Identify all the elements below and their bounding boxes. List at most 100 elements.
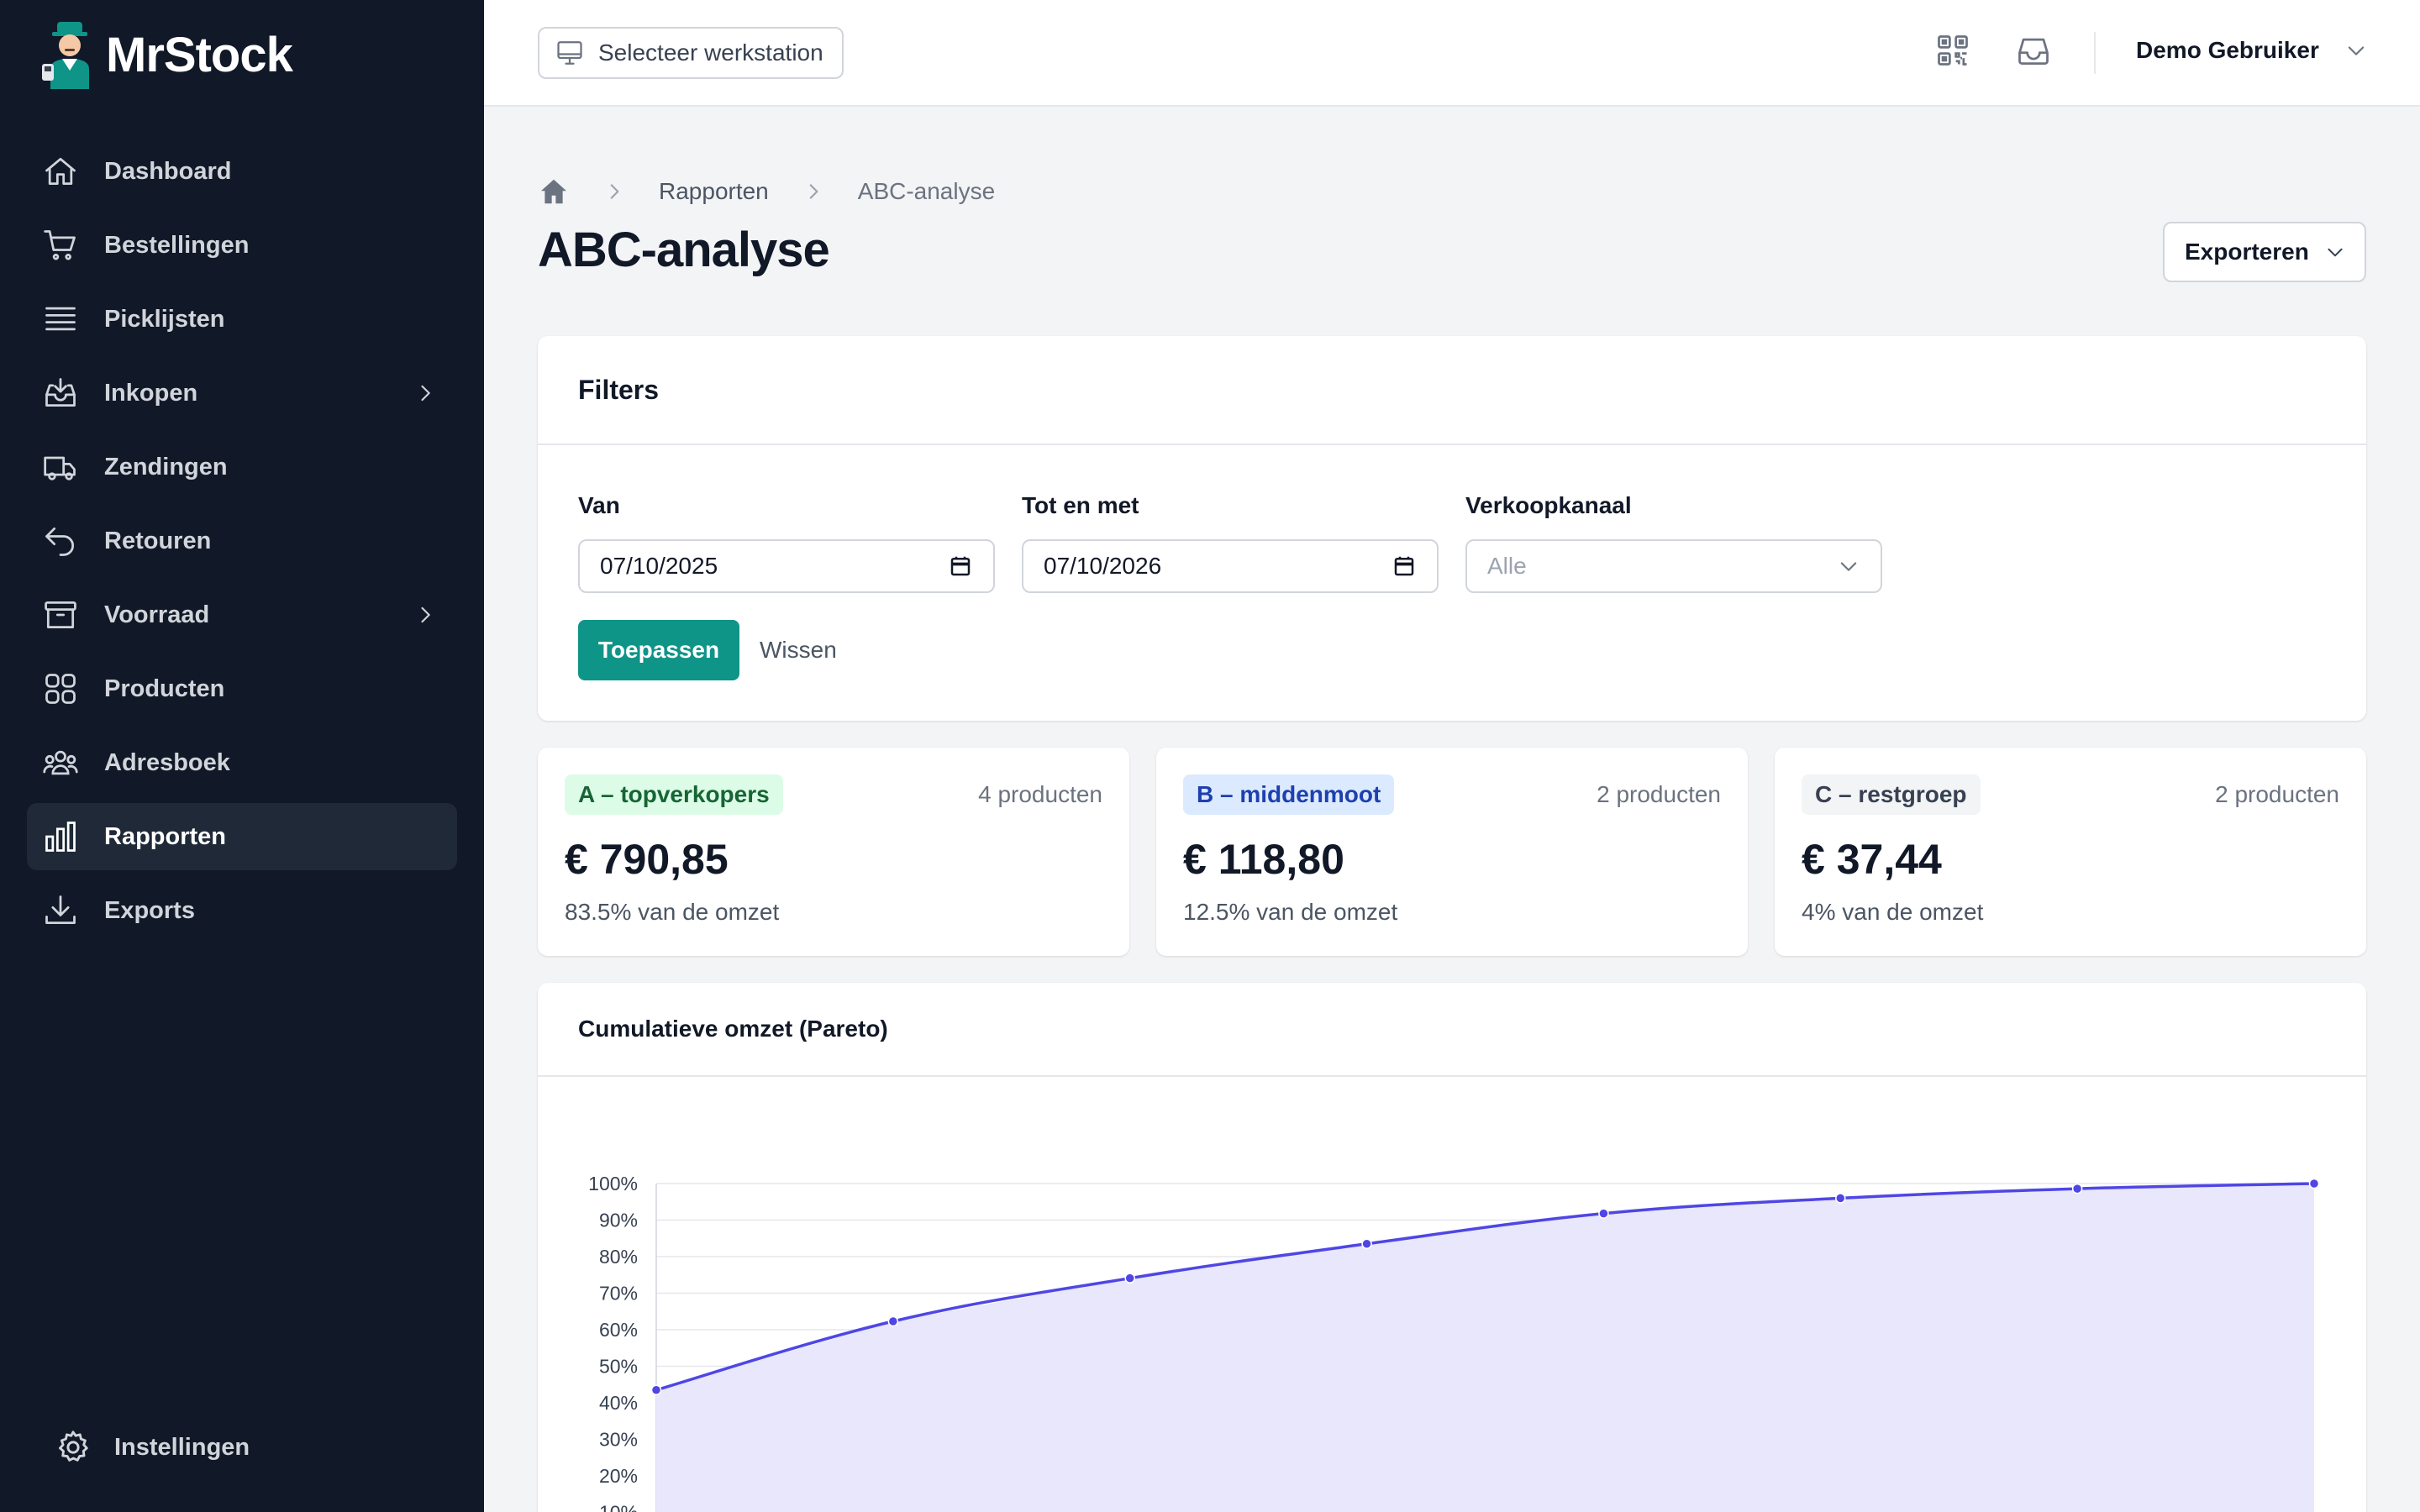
cart-icon xyxy=(44,230,76,260)
data-point xyxy=(1835,1193,1846,1204)
y-tick-label: 20% xyxy=(599,1465,638,1487)
topbar-divider xyxy=(2094,32,2096,74)
home-icon xyxy=(45,157,76,186)
chart-title: Cumulatieve omzet (Pareto) xyxy=(578,1016,888,1042)
breadcrumb-parent-link[interactable]: Rapporten xyxy=(659,178,769,205)
app-logo[interactable]: MrStock xyxy=(40,20,293,89)
sidebar-item-label: Dashboard xyxy=(104,157,232,185)
home-solid-icon[interactable] xyxy=(538,176,570,207)
monitor-icon xyxy=(557,41,582,65)
return-arrow-icon xyxy=(45,527,74,556)
product-count: 4 producten xyxy=(978,781,1102,807)
select-workstation-button[interactable]: Selecteer werkstation xyxy=(538,27,844,79)
revenue-share: 4% van de omzet xyxy=(1802,899,1984,925)
sidebar-item-retouren[interactable]: Retouren xyxy=(27,507,457,575)
sidebar-item-label: Producten xyxy=(104,675,225,702)
sidebar-item-exports[interactable]: Exports xyxy=(27,877,457,944)
data-point xyxy=(650,1384,662,1396)
app-name: MrStock xyxy=(106,27,293,82)
sidebar-item-label: Adresboek xyxy=(104,748,230,776)
to-date-input[interactable]: 07/10/2026 xyxy=(1022,539,1439,593)
gear-icon xyxy=(59,1431,88,1462)
sidebar-item-rapporten[interactable]: Rapporten xyxy=(27,803,457,870)
chevron-right-icon xyxy=(421,385,430,402)
chevron-down-icon xyxy=(2348,46,2365,55)
sidebar-item-bestellingen[interactable]: Bestellingen xyxy=(27,212,457,279)
data-point xyxy=(2071,1183,2083,1194)
sidebar: MrStock Dashboard Bestellingen Picklijst… xyxy=(0,0,484,1512)
sidebar-nav: Dashboard Bestellingen Picklijsten Inkop… xyxy=(27,138,457,951)
apply-filters-button[interactable]: Toepassen xyxy=(578,620,739,680)
download-icon xyxy=(45,895,76,925)
revenue-share: 12.5% van de omzet xyxy=(1183,899,1398,925)
y-tick-label: 40% xyxy=(599,1392,638,1414)
breadcrumb-current: ABC-analyse xyxy=(857,178,996,204)
mascot-logo-icon xyxy=(42,22,89,89)
to-date-value: 07/10/2026 xyxy=(1044,553,1162,579)
sidebar-item-producten[interactable]: Producten xyxy=(27,655,457,722)
sidebar-item-label: Retouren xyxy=(104,527,212,554)
revenue-amount: € 118,80 xyxy=(1183,836,1344,883)
y-tick-label: 50% xyxy=(599,1356,638,1378)
y-tick-label: 70% xyxy=(599,1283,638,1305)
y-tick-label: 90% xyxy=(599,1210,638,1231)
class-badge-a: A – topverkopers xyxy=(565,774,783,815)
chevron-down-icon xyxy=(2328,248,2343,257)
chevron-right-icon xyxy=(610,184,619,199)
calendar-icon[interactable] xyxy=(948,554,973,579)
from-date-value: 07/10/2025 xyxy=(600,553,718,579)
grid-squares-icon xyxy=(45,674,76,704)
summary-card-c: C – restgroep 2 producten € 37,44 4% van… xyxy=(1775,748,2366,956)
breadcrumb: Rapporten ABC-analyse xyxy=(538,175,995,208)
series-area xyxy=(656,1184,2314,1512)
y-tick-label: 100% xyxy=(588,1173,638,1194)
sidebar-item-adresboek[interactable]: Adresboek xyxy=(27,729,457,796)
sidebar-item-label: Voorraad xyxy=(104,601,210,628)
sidebar-item-label: Picklijsten xyxy=(104,305,225,333)
product-count: 2 producten xyxy=(2215,781,2339,807)
pareto-chart: 0%10%20%30%40%50%60%70%80%90%100% xyxy=(588,1173,2320,1512)
sidebar-item-inkopen[interactable]: Inkopen xyxy=(27,360,457,427)
workstation-label: Selecteer werkstation xyxy=(598,39,823,66)
chevron-right-icon xyxy=(809,184,818,199)
class-badge-b: B – middenmoot xyxy=(1183,774,1395,815)
sidebar-item-label: Exports xyxy=(104,896,195,924)
data-point xyxy=(887,1315,899,1327)
sidebar-item-zendingen[interactable]: Zendingen xyxy=(27,433,457,501)
clear-filters-button[interactable]: Wissen xyxy=(760,620,837,680)
y-tick-label: 10% xyxy=(599,1502,638,1512)
inbox-icon[interactable] xyxy=(2015,32,2052,69)
data-point xyxy=(1124,1273,1135,1284)
calendar-icon[interactable] xyxy=(1392,554,1417,579)
bar-chart-icon xyxy=(45,822,76,852)
sidebar-item-settings[interactable]: Instellingen xyxy=(54,1428,250,1467)
truck-icon xyxy=(44,456,76,480)
summary-card-b: B – middenmoot 2 producten € 118,80 12.5… xyxy=(1156,748,1748,956)
qr-code-icon[interactable] xyxy=(1934,32,1971,69)
sidebar-item-label: Rapporten xyxy=(104,822,226,850)
sales-channel-select[interactable]: Alle xyxy=(1465,539,1882,593)
page-title: ABC-analyse xyxy=(538,223,830,277)
revenue-amount: € 37,44 xyxy=(1802,836,1942,883)
chevron-down-icon xyxy=(1840,562,1857,571)
data-point xyxy=(1361,1238,1372,1250)
pareto-chart-card: Cumulatieve omzet (Pareto) 0%10%20%30%40… xyxy=(538,983,2366,1512)
y-tick-label: 80% xyxy=(599,1246,638,1268)
data-point xyxy=(1598,1208,1609,1219)
y-tick-label: 30% xyxy=(599,1429,638,1451)
from-date-input[interactable]: 07/10/2025 xyxy=(578,539,995,593)
sales-channel-label: Verkoopkanaal xyxy=(1465,492,1632,518)
export-button[interactable]: Exporteren xyxy=(2163,222,2366,282)
topbar: Selecteer werkstation Demo Gebruiker xyxy=(484,0,2420,107)
user-menu[interactable]: Demo Gebruiker xyxy=(2136,37,2368,64)
user-group-icon xyxy=(43,750,78,775)
sidebar-item-picklijsten[interactable]: Picklijsten xyxy=(27,286,457,353)
filters-header: Filters xyxy=(538,336,2366,445)
sidebar-item-voorraad[interactable]: Voorraad xyxy=(27,581,457,648)
revenue-share: 83.5% van de omzet xyxy=(565,899,780,925)
sidebar-item-dashboard[interactable]: Dashboard xyxy=(27,138,457,205)
product-count: 2 producten xyxy=(1597,781,1721,807)
chart-header: Cumulatieve omzet (Pareto) xyxy=(538,983,2366,1077)
inbox-download-icon xyxy=(45,378,76,407)
class-badge-c: C – restgroep xyxy=(1802,774,1981,815)
